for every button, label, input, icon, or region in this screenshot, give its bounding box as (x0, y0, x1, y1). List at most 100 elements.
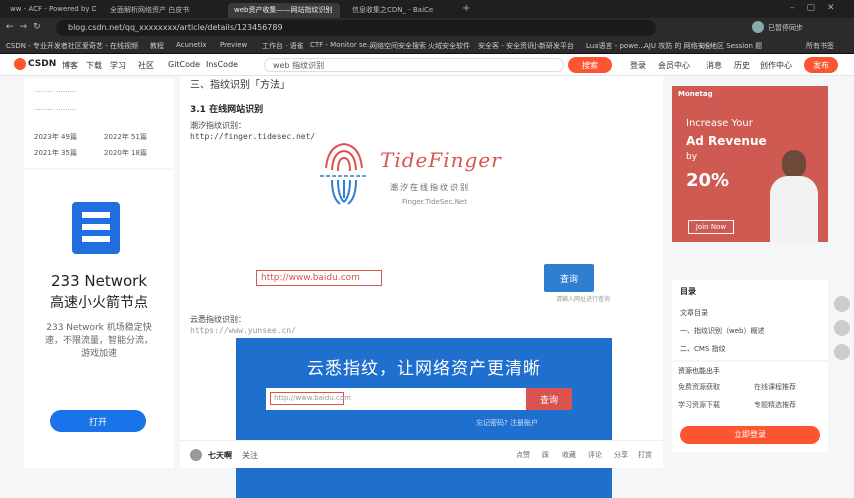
bookmark-item[interactable]: Preview (220, 41, 247, 49)
panel-item[interactable]: 在线课程推荐 (754, 382, 796, 392)
banner-hint[interactable]: 忘记密码? 注册账户 (476, 418, 538, 428)
comment-button[interactable]: 评论 (588, 450, 602, 460)
yunxi-label: 云悉指纹识别： (190, 315, 246, 324)
share-button[interactable]: 分享 (614, 450, 628, 460)
archive-year[interactable]: 2023年 49篇 (34, 132, 77, 142)
archive-year[interactable]: 2020年 18篇 (104, 148, 147, 158)
banner-query-button[interactable]: 查询 (526, 388, 572, 410)
ad-title: 233 Network (50, 272, 148, 290)
nav-item[interactable]: 学习 (110, 60, 126, 71)
site-logo[interactable]: CSDN (28, 59, 56, 69)
subsection-heading: 3.1 在线网站识别 (190, 105, 264, 115)
article-content: 三、指纹识别「方法」 3.1 在线网站识别 潮汐指纹识别： http://fin… (180, 76, 663, 498)
avatar[interactable] (190, 449, 202, 461)
url-input[interactable]: http://www.baidu.com (256, 270, 382, 286)
nav-arrows-icon[interactable]: ←→↻ (6, 22, 47, 32)
nav-item[interactable]: InsCode (206, 60, 238, 69)
brand-tagline: 潮汐在线指纹识别 (390, 183, 470, 192)
nav-item[interactable]: 下载 (86, 60, 102, 71)
panel-item[interactable]: 免费资源获取 (678, 382, 720, 392)
toc-item[interactable]: 二、CMS 指纹 (680, 344, 726, 354)
archive-panel: ········· ········· ········· ········· … (24, 78, 174, 168)
feedback-icon[interactable] (834, 296, 850, 312)
window-controls[interactable]: –▢✕ (790, 3, 847, 13)
browser-tab-active[interactable]: web资产收集——网站指纹识别 (228, 3, 340, 18)
browser-tab[interactable]: ww - ACF - Powered by Dis (4, 3, 96, 18)
banner-input[interactable]: http://www.baidu.com (270, 392, 351, 405)
nav-item[interactable]: 博客 (62, 60, 78, 71)
header-link[interactable]: 会员中心 (658, 60, 690, 71)
csdn-logo-icon[interactable] (14, 58, 26, 70)
toc-item[interactable]: 文章目录 (680, 308, 708, 318)
bookmark-item[interactable]: Lil 地区 Session 题 (700, 41, 762, 51)
query-button[interactable]: 查询 (544, 264, 594, 292)
person-image (764, 146, 824, 242)
panel-title: 资源也能出手 (678, 367, 720, 375)
archive-year[interactable]: 2021年 35篇 (34, 148, 77, 158)
bookmark-item[interactable]: 工作台 · 语雀 (262, 41, 304, 51)
online-label: 潮汐指纹识别： (190, 121, 246, 130)
dislike-button[interactable]: 踩 (542, 450, 549, 460)
bookmark-item[interactable]: 所有书签 (806, 41, 834, 51)
right-advertisement[interactable]: Monetag Increase Your Ad Revenue by 20% … (672, 86, 828, 242)
toc-item[interactable]: 一、指纹识别（web）概述 (680, 326, 764, 336)
archive-year[interactable]: 2022年 51篇 (104, 132, 147, 142)
ad-line: by (686, 152, 698, 162)
table-of-contents: 目录 文章目录 一、指纹识别（web）概述 二、CMS 指纹 (672, 280, 828, 360)
header-link[interactable]: 消息 (706, 60, 722, 71)
bookmark-item[interactable]: 火绒安全软件 (428, 41, 470, 51)
panel-item[interactable]: 专题精选推荐 (754, 400, 796, 410)
profile-label[interactable]: 已暂停同步 (768, 23, 803, 33)
browser-tab[interactable]: 信息收集之CDN_ - BaiCe (346, 3, 456, 18)
search-button[interactable]: 搜索 (568, 57, 612, 73)
top-icon[interactable] (834, 320, 850, 336)
bookmark-item[interactable]: 教程 (150, 41, 164, 51)
nav-item[interactable]: 社区 (138, 60, 154, 71)
like-button[interactable]: 点赞 (516, 450, 530, 460)
left-advertisement[interactable]: 233 Network 高速小火箭节点 233 Network 机场稳定快速，不… (24, 170, 174, 468)
panel-item[interactable]: 学习资源下载 (678, 400, 720, 410)
author-bar: 七天啊 关注 点赞 踩 收藏 评论 分享 打赏 (180, 440, 663, 468)
yunxi-url-link[interactable]: https://www.yunsee.cn/ (190, 326, 296, 335)
browser-tab[interactable]: 全面解析网络资产 白皮书 (104, 3, 222, 18)
bookmark-item[interactable]: 小新研发平台 (532, 41, 574, 51)
app-logo-icon (72, 202, 120, 254)
help-icon[interactable] (834, 344, 850, 360)
reward-button[interactable]: 打赏 (638, 450, 652, 460)
header-link[interactable]: 创作中心 (760, 60, 792, 71)
search-input[interactable]: web 指纹识别 (264, 58, 564, 72)
banner-search-box[interactable]: http://www.baidu.com (266, 388, 526, 410)
login-button[interactable]: 立即登录 (680, 426, 820, 444)
nav-item[interactable]: GitCode (168, 60, 200, 69)
blurred-text: ········· ········· (34, 88, 77, 96)
ad-line: Ad Revenue (686, 134, 767, 148)
ad-open-button[interactable]: 打开 (50, 410, 146, 432)
bookmark-item[interactable]: CSDN - 专业开发者社区 (6, 41, 82, 51)
bookmarks-bar: CSDN - 专业开发者社区 爱奇艺 - 在线视频 教程 Acunetix Pr… (0, 38, 854, 54)
favorite-button[interactable]: 收藏 (562, 450, 576, 460)
query-hint: 请输入网址进行查询 (556, 296, 611, 303)
publish-button[interactable]: 发布 (804, 57, 838, 73)
bookmark-item[interactable]: 安全客 - 安全资讯 (478, 41, 534, 51)
resource-panel: 资源也能出手 免费资源获取 在线课程推荐 学习资源下载 专题精选推荐 立即登录 (672, 362, 828, 452)
address-bar[interactable]: blog.csdn.net/qq_xxxxxxxx/article/detail… (56, 20, 656, 36)
header-link[interactable]: 登录 (630, 60, 646, 71)
author-name[interactable]: 七天啊 (208, 450, 232, 461)
bookmark-item[interactable]: 网络空间安全搜索 (370, 41, 426, 51)
ad-brand: Monetag (678, 90, 713, 98)
section-heading: 三、指纹识别「方法」 (190, 80, 290, 91)
ad-join-button[interactable]: Join Now (688, 220, 734, 234)
online-url-link[interactable]: http://finger.tidesec.net/ (190, 132, 315, 141)
avatar[interactable] (752, 21, 764, 33)
header-link[interactable]: 历史 (734, 60, 750, 71)
toc-title: 目录 (680, 287, 696, 296)
bookmark-item[interactable]: Lua语言 - powe... (586, 41, 645, 51)
ad-subtitle: 高速小火箭节点 (50, 295, 148, 311)
bookmark-item[interactable]: CTF - Monitor se... (310, 41, 374, 49)
new-tab-icon[interactable]: + (462, 3, 470, 14)
fingerprint-icon (320, 138, 368, 208)
brand-logo-text: TideFinger (380, 148, 502, 172)
follow-button[interactable]: 关注 (242, 450, 258, 461)
bookmark-item[interactable]: Acunetix (176, 41, 207, 49)
bookmark-item[interactable]: 爱奇艺 - 在线视频 (82, 41, 138, 51)
